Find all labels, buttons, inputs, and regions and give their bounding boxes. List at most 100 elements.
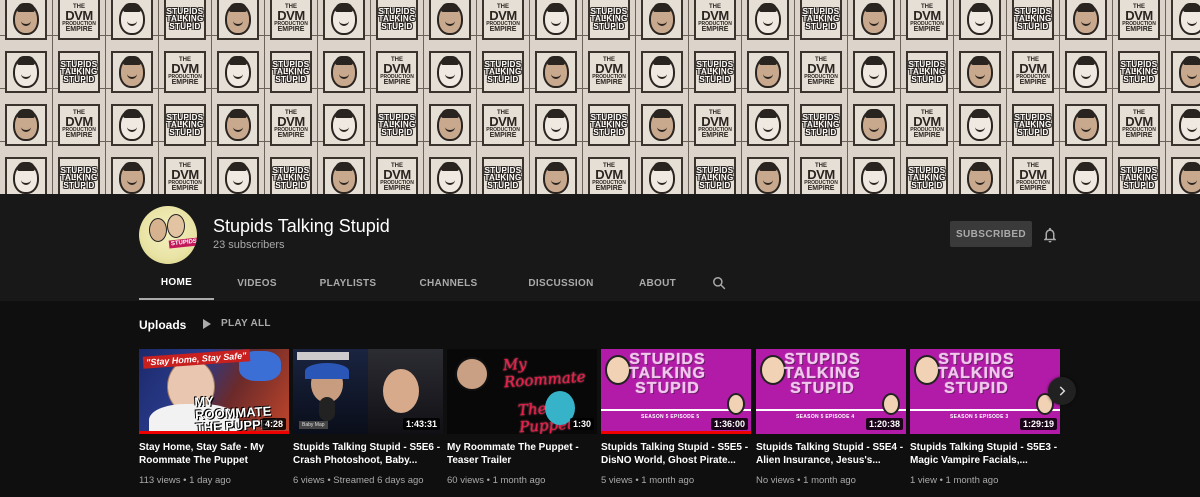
- cartoon-face: [543, 3, 569, 35]
- thumb-logo-text: STUPIDS TALKING STUPID: [629, 351, 706, 396]
- cartoon-face: [437, 109, 463, 141]
- cartoon-face: [1179, 162, 1200, 194]
- banner-dvm-logo-tile: THE DVM PRODUCTION EMPIRE: [1012, 51, 1054, 93]
- cartoon-face: [543, 56, 569, 88]
- avatar-face-right: [167, 214, 185, 238]
- video-title[interactable]: Stay Home, Stay Safe - My Roommate The P…: [139, 441, 287, 467]
- banner-face-tile: [5, 0, 47, 40]
- dvm-logo: THE DVM PRODUCTION EMPIRE: [486, 4, 520, 33]
- video-duration: 1:43:31: [402, 418, 440, 430]
- cartoon-face: [755, 162, 781, 194]
- banner-face-tile: [5, 104, 47, 146]
- tab-discussion[interactable]: DISCUSSION: [501, 266, 621, 300]
- dvm-logo: THE DVM PRODUCTION EMPIRE: [380, 57, 414, 86]
- stupids-logo: STUPIDS TALKING STUPID: [802, 112, 840, 137]
- microphone: [319, 397, 335, 421]
- banner-face-tile: [959, 0, 1001, 40]
- video-thumbnail[interactable]: "Stay Home, Stay Safe" MY ROOMMATE THE P…: [139, 349, 289, 434]
- cartoon-face: [649, 162, 675, 194]
- video-duration: 1:36:00: [710, 418, 748, 430]
- shelf-next-button[interactable]: [1048, 377, 1076, 405]
- video-card[interactable]: My Roommate The Puppet 1:30 My Roommate …: [447, 349, 597, 486]
- stupids-logo: STUPIDS TALKING STUPID: [484, 59, 522, 84]
- dvm-logo: THE DVM PRODUCTION EMPIRE: [274, 110, 308, 139]
- bell-icon[interactable]: [1041, 226, 1059, 244]
- video-card[interactable]: Baby Map 1:43:31 Stupids Talking Stupid …: [293, 349, 443, 486]
- video-thumbnail[interactable]: STUPIDS TALKING STUPID SEASON 5 EPISODE …: [756, 349, 906, 434]
- stupids-logo: STUPIDS TALKING STUPID: [590, 112, 628, 137]
- video-title[interactable]: My Roommate The Puppet - Teaser Trailer: [447, 441, 595, 467]
- banner-face-tile: [535, 157, 577, 194]
- tab-about[interactable]: ABOUT: [621, 266, 694, 300]
- tab-playlists[interactable]: PLAYLISTS: [300, 266, 396, 300]
- video-thumbnail[interactable]: My Roommate The Puppet 1:30: [447, 349, 597, 434]
- banner-face-tile: [111, 0, 153, 40]
- banner-dvm-logo-tile: THE DVM PRODUCTION EMPIRE: [1118, 104, 1160, 146]
- video-card[interactable]: STUPIDS TALKING STUPID SEASON 5 EPISODE …: [756, 349, 906, 486]
- banner-stupid-logo-tile: STUPIDS TALKING STUPID: [482, 157, 524, 194]
- tab-channels[interactable]: CHANNELS: [396, 266, 501, 300]
- banner-stupid-logo-tile: STUPIDS TALKING STUPID: [164, 104, 206, 146]
- banner-face-tile: [747, 157, 789, 194]
- banner-face-tile: [1065, 51, 1107, 93]
- video-title[interactable]: Stupids Talking Stupid - S5E4 - Alien In…: [756, 441, 904, 467]
- play-all-button[interactable]: PLAY ALL: [203, 318, 271, 329]
- search-icon[interactable]: [712, 276, 726, 290]
- cartoon-face: [331, 3, 357, 35]
- video-title[interactable]: Stupids Talking Stupid - S5E6 - Crash Ph…: [293, 441, 441, 467]
- cartoon-face: [727, 393, 745, 415]
- dvm-logo: THE DVM PRODUCTION EMPIRE: [804, 163, 838, 192]
- cartoon-face: [882, 393, 900, 415]
- banner-face-tile: [853, 104, 895, 146]
- dvm-logo: THE DVM PRODUCTION EMPIRE: [168, 57, 202, 86]
- banner-face-tile: [111, 157, 153, 194]
- section-title[interactable]: Uploads: [139, 318, 186, 332]
- cartoon-face: [331, 162, 357, 194]
- subscribed-button[interactable]: SUBSCRIBED: [950, 221, 1032, 247]
- video-card[interactable]: "Stay Home, Stay Safe" MY ROOMMATE THE P…: [139, 349, 289, 486]
- stupids-logo: STUPIDS TALKING STUPID: [166, 112, 204, 137]
- video-thumbnail[interactable]: STUPIDS TALKING STUPID SEASON 5 EPISODE …: [601, 349, 751, 434]
- video-thumbnail[interactable]: Baby Map 1:43:31: [293, 349, 443, 434]
- banner-dvm-logo-tile: THE DVM PRODUCTION EMPIRE: [58, 0, 100, 40]
- banner-face-tile: [747, 0, 789, 40]
- banner-face-tile: [111, 104, 153, 146]
- banner-stupid-logo-tile: STUPIDS TALKING STUPID: [58, 51, 100, 93]
- channel-avatar[interactable]: STUPIDS: [139, 206, 197, 264]
- video-title[interactable]: Stupids Talking Stupid - S5E3 - Magic Va…: [910, 441, 1058, 467]
- tab-videos[interactable]: VIDEOS: [214, 266, 300, 300]
- dvm-logo: THE DVM PRODUCTION EMPIRE: [592, 57, 626, 86]
- stupids-logo: STUPIDS TALKING STUPID: [272, 165, 310, 190]
- video-title[interactable]: Stupids Talking Stupid - S5E5 - DisNO Wo…: [601, 441, 749, 467]
- banner-dvm-logo-tile: THE DVM PRODUCTION EMPIRE: [588, 157, 630, 194]
- season-label: SEASON 5 EPISODE 4: [796, 414, 855, 420]
- banner-dvm-logo-tile: THE DVM PRODUCTION EMPIRE: [588, 51, 630, 93]
- banner-face-tile: [1065, 157, 1107, 194]
- banner-stupid-logo-tile: STUPIDS TALKING STUPID: [270, 51, 312, 93]
- video-card[interactable]: STUPIDS TALKING STUPID SEASON 5 EPISODE …: [910, 349, 1060, 486]
- play-icon: [203, 318, 211, 329]
- thumb-title-line: My Roommate: [502, 354, 587, 392]
- banner-stupid-logo-tile: STUPIDS TALKING STUPID: [58, 157, 100, 194]
- banner-face-tile: [1065, 0, 1107, 40]
- dvm-logo: THE DVM PRODUCTION EMPIRE: [274, 4, 308, 33]
- cartoon-face: [437, 162, 463, 194]
- video-thumbnail[interactable]: STUPIDS TALKING STUPID SEASON 5 EPISODE …: [910, 349, 1060, 434]
- tab-home[interactable]: HOME: [139, 266, 214, 300]
- cartoon-face: [331, 109, 357, 141]
- banner-face-tile: [429, 104, 471, 146]
- cartoon-face: [225, 109, 251, 141]
- banner-face-tile: [747, 51, 789, 93]
- stream-banner: [297, 352, 349, 360]
- cartoon-face: [861, 162, 887, 194]
- stupids-logo: STUPIDS TALKING STUPID: [378, 6, 416, 31]
- dvm-logo: THE DVM PRODUCTION EMPIRE: [486, 110, 520, 139]
- stupids-logo: STUPIDS TALKING STUPID: [696, 59, 734, 84]
- stupids-logo: STUPIDS TALKING STUPID: [802, 6, 840, 31]
- banner-dvm-logo-tile: THE DVM PRODUCTION EMPIRE: [1012, 157, 1054, 194]
- banner-stupid-logo-tile: STUPIDS TALKING STUPID: [588, 104, 630, 146]
- video-card[interactable]: STUPIDS TALKING STUPID SEASON 5 EPISODE …: [601, 349, 751, 486]
- dvm-logo: THE DVM PRODUCTION EMPIRE: [910, 4, 944, 33]
- banner-face-tile: [959, 104, 1001, 146]
- cartoon-face: [605, 355, 631, 385]
